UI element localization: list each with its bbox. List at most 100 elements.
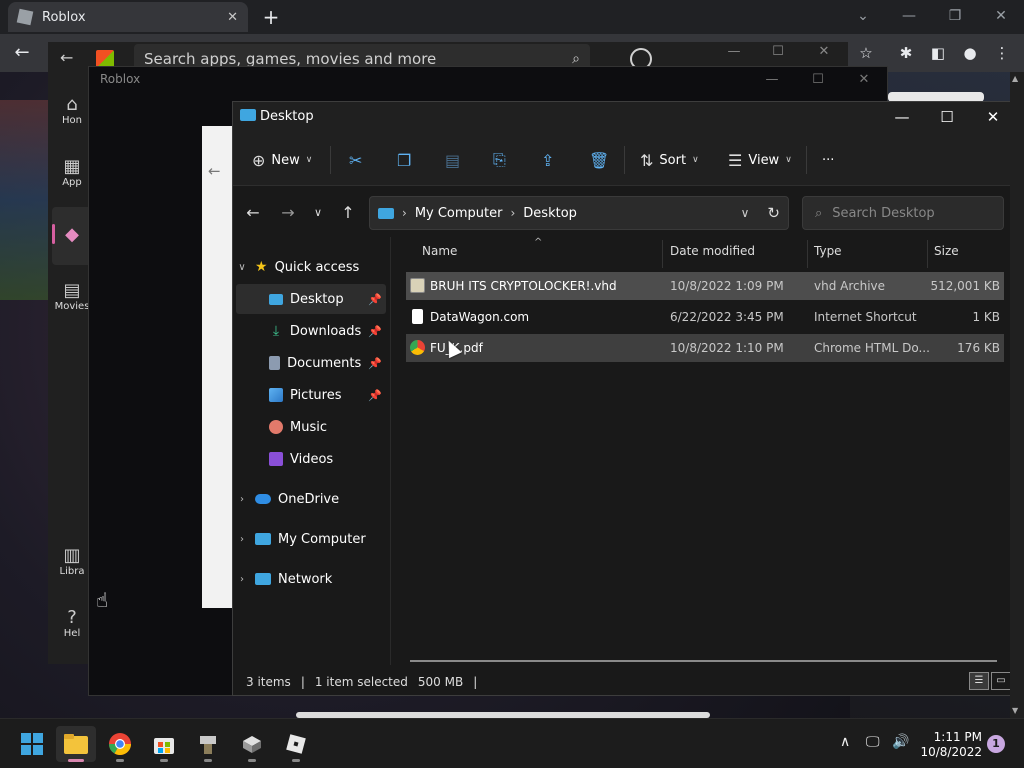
column-header-date[interactable]: Date modified [670, 244, 755, 264]
start-button[interactable] [12, 726, 52, 762]
pin-icon[interactable]: 📌 [368, 293, 382, 306]
horizontal-scrollbar[interactable] [410, 660, 997, 662]
pin-icon[interactable]: 📌 [368, 389, 382, 402]
store-nav-movies[interactable]: ▤ Movies [52, 280, 92, 312]
sidebar-item-onedrive[interactable]: › OneDrive [236, 484, 386, 514]
extensions-icon[interactable]: ✱ [892, 40, 920, 66]
sidebar-item-videos[interactable]: Videos [236, 444, 386, 474]
taskbar-chrome[interactable] [100, 726, 140, 762]
side-panel-icon[interactable]: ◧ [924, 40, 952, 66]
column-header-type[interactable]: Type [814, 244, 842, 264]
new-button[interactable]: ⊕ New ∨ [252, 148, 312, 172]
browser-restore-button[interactable]: ❐ [932, 4, 978, 28]
store-minimize-button[interactable]: — [714, 44, 754, 64]
nav-back-button[interactable]: ← [241, 202, 265, 224]
delete-button[interactable]: 🗑 [589, 148, 609, 172]
nav-forward-button[interactable]: → [276, 202, 300, 224]
store-nav-library[interactable]: ▥ Libra [52, 545, 92, 577]
column-divider[interactable] [807, 240, 808, 268]
chrome-pdf-icon [410, 340, 425, 355]
browser-menu-icon[interactable]: ⋮ [988, 40, 1016, 66]
expand-chevron-icon[interactable]: › [236, 494, 248, 505]
store-maximize-button[interactable]: ☐ [758, 44, 798, 64]
view-button[interactable]: ☰ View ∨ [728, 148, 792, 172]
sidebar-label: Quick access [274, 259, 360, 275]
address-dropdown-icon[interactable]: ∨ [741, 206, 750, 220]
tray-overflow-chevron-icon[interactable]: ∧ [840, 734, 850, 750]
pin-icon[interactable]: 📌 [368, 357, 382, 370]
paste-button[interactable]: ▤ [445, 148, 460, 172]
explorer-maximize-button[interactable]: ☐ [924, 106, 970, 128]
sort-button[interactable]: ⇅ Sort ∨ [640, 148, 699, 172]
sidebar-item-my-computer[interactable]: › My Computer [236, 524, 386, 554]
browser-tab[interactable]: Roblox ✕ [8, 2, 248, 32]
running-indicator [248, 759, 256, 762]
pin-icon[interactable]: 📌 [368, 325, 382, 338]
page-vertical-scrollbar[interactable] [1010, 72, 1024, 718]
notification-badge[interactable]: 1 [987, 735, 1005, 753]
nav-up-button[interactable]: ↑ [336, 202, 360, 224]
sidebar-item-network[interactable]: › Network [236, 564, 386, 594]
column-header-size[interactable]: Size [934, 244, 959, 264]
see-more-button[interactable]: ··· [822, 148, 834, 172]
taskbar-roblox[interactable] [276, 726, 316, 762]
profile-icon[interactable]: ● [956, 40, 984, 66]
tab-close-icon[interactable]: ✕ [227, 10, 238, 25]
roblox-maximize-button[interactable]: ☐ [798, 72, 838, 90]
breadcrumb-desktop[interactable]: Desktop [523, 206, 577, 221]
sidebar-item-music[interactable]: Music [236, 412, 386, 442]
search-icon[interactable]: ⌕ [572, 51, 580, 67]
address-bar[interactable]: › My Computer › Desktop ∨ ↻ [369, 196, 789, 230]
dialog-back-icon[interactable]: ← [208, 162, 221, 180]
column-divider[interactable] [662, 240, 663, 268]
store-close-button[interactable]: ✕ [804, 44, 844, 64]
sidebar-item-desktop[interactable]: Desktop 📌 [236, 284, 386, 314]
expand-chevron-icon[interactable]: › [236, 574, 248, 585]
roblox-close-button[interactable]: ✕ [844, 72, 884, 90]
taskbar-app-character[interactable] [188, 726, 228, 762]
sidebar-item-downloads[interactable]: ⤓ Downloads 📌 [236, 316, 386, 346]
store-nav-help[interactable]: ? Hel [52, 607, 92, 639]
refresh-icon[interactable]: ↻ [767, 204, 780, 222]
store-nav-apps[interactable]: ▦ App [52, 156, 92, 188]
browser-back-button[interactable]: ← [8, 40, 36, 66]
sidebar-item-pictures[interactable]: Pictures 📌 [236, 380, 386, 410]
search-desktop-input[interactable]: ⌕ Search Desktop [802, 196, 1004, 230]
taskbar-file-explorer[interactable] [56, 726, 96, 762]
breadcrumb-my-computer[interactable]: My Computer [415, 206, 503, 221]
network-tray-icon[interactable]: 🖵 [866, 734, 880, 750]
expand-chevron-icon[interactable]: › [236, 534, 248, 545]
status-text: 3 items | 1 item selected 500 MB | [246, 675, 478, 689]
tiles-view-icon[interactable]: ▭ [991, 672, 1011, 690]
browser-minimize-button[interactable]: — [886, 4, 932, 28]
taskbar-roblox-studio[interactable] [232, 726, 272, 762]
column-divider[interactable] [927, 240, 928, 268]
store-nav-home[interactable]: ⌂ Hon [52, 94, 92, 126]
rename-button[interactable]: ⎘ [493, 148, 506, 172]
explorer-minimize-button[interactable]: — [879, 106, 925, 128]
store-nav-gaming[interactable]: ◆ [52, 224, 92, 245]
taskbar-ms-store[interactable] [144, 726, 184, 762]
sidebar-item-quick-access[interactable]: ∨ ★ Quick access [236, 252, 386, 282]
details-view-icon[interactable]: ☰ [969, 672, 989, 690]
file-row[interactable]: BRUH ITS CRYPTOLOCKER!.vhd 10/8/2022 1:0… [406, 272, 1004, 300]
recent-locations-button[interactable]: ∨ [306, 202, 330, 224]
copy-button[interactable]: ❐ [397, 148, 411, 172]
scroll-up-arrow-icon[interactable]: ▲ [1012, 74, 1018, 83]
browser-close-button[interactable]: ✕ [978, 4, 1024, 28]
roblox-minimize-button[interactable]: — [752, 72, 792, 90]
file-row[interactable]: FU_K.pdf 10/8/2022 1:10 PM Chrome HTML D… [406, 334, 1004, 362]
sidebar-item-documents[interactable]: Documents 📌 [236, 348, 386, 378]
taskbar-clock[interactable]: 1:11 PM 10/8/2022 [916, 730, 982, 760]
file-row[interactable]: DataWagon.com 6/22/2022 3:45 PM Internet… [406, 303, 1004, 331]
share-button[interactable]: ⇪ [541, 148, 554, 172]
expand-chevron-icon[interactable]: ∨ [236, 262, 248, 273]
cut-button[interactable]: ✂ [349, 148, 362, 172]
new-tab-button[interactable]: + [258, 4, 284, 30]
scroll-down-arrow-icon[interactable]: ▼ [1012, 706, 1018, 715]
store-back-icon[interactable]: ← [60, 48, 73, 67]
bookmark-star-icon[interactable]: ☆ [852, 40, 880, 66]
column-header-name[interactable]: Name [422, 244, 457, 264]
browser-tab-search-icon[interactable]: ⌄ [840, 4, 886, 28]
volume-icon[interactable]: 🔊 [892, 734, 909, 750]
